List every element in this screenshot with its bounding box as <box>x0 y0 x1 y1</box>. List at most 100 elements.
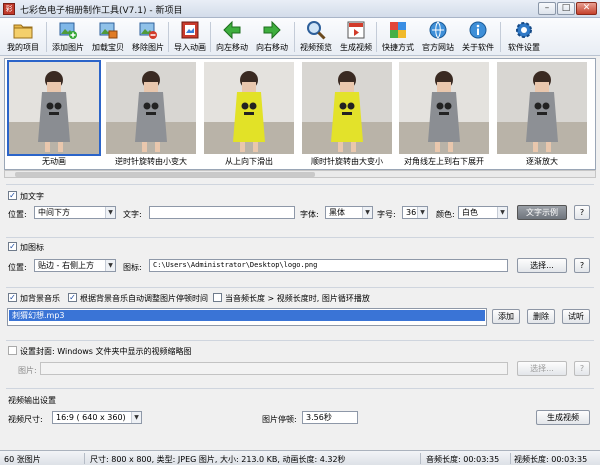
icon-browse-button[interactable]: 选择... <box>517 258 567 273</box>
add-icon-label: 加图标 <box>20 243 44 252</box>
font-size-label: 字号: <box>377 210 396 219</box>
remove-image-icon <box>139 22 157 39</box>
toolbar-separator <box>46 22 47 52</box>
icon-path-label: 图标: <box>123 263 142 272</box>
text-position-select[interactable]: 中间下方 ▼ <box>34 206 116 219</box>
about-button[interactable]: 关于软件 <box>458 19 498 55</box>
thumbnail-item[interactable]: 逆时针旋转由小变大 <box>106 62 196 166</box>
official-website-button[interactable]: 官方网站 <box>418 19 458 55</box>
thumbnail-photo[interactable] <box>399 62 489 154</box>
audio-length: 音频长度: 00:03:35 <box>426 455 500 464</box>
auto-adjust-checkbox[interactable]: ✓ <box>68 293 77 302</box>
add-text-checkbox[interactable]: ✓ <box>8 191 17 200</box>
move-left-button[interactable]: 向左移动 <box>212 19 252 55</box>
text-sample-button[interactable]: 文字示例 <box>517 205 567 220</box>
delete-music-button[interactable]: 删除 <box>527 309 555 324</box>
add-image-icon <box>59 22 77 39</box>
status-separator <box>84 453 85 464</box>
thumbnail-caption: 对角线左上到右下展开 <box>404 157 484 166</box>
listen-music-button[interactable]: 试听 <box>562 309 590 324</box>
font-size-select[interactable]: 36 ▼ <box>402 206 428 219</box>
thumbnail-item[interactable]: 对角线左上到右下展开 <box>399 62 489 166</box>
thumbnail-photo[interactable] <box>302 62 392 154</box>
window-title: 七彩色电子相册制作工具(V7.1) - 新项目 <box>20 6 183 16</box>
loop-images-label: 当音频长度 > 视频长度时, 图片循环播放 <box>225 294 370 303</box>
add-image-button[interactable]: 添加图片 <box>48 19 88 55</box>
thumbnail-photo[interactable] <box>7 60 101 156</box>
thumbnail-item[interactable]: 无动画 <box>7 60 101 166</box>
icon-path-input[interactable]: C:\Users\Administrator\Desktop\logo.png <box>149 259 508 272</box>
cover-browse-button[interactable]: 选择... <box>517 361 567 376</box>
set-cover-label: 设置封面: Windows 文件夹中显示的视频缩略图 <box>20 347 192 356</box>
settings-button[interactable]: 软件设置 <box>502 19 546 55</box>
loop-images-checkbox[interactable] <box>213 293 222 302</box>
toolbar-separator <box>294 22 295 52</box>
image-thumbnail-strip[interactable]: 无动画 逆时针旋转由小变大 从上向下滑出 顺时针旋转由大变小 对角线左上到右下展开 逐渐放… <box>4 58 596 170</box>
font-color-select[interactable]: 白色 ▼ <box>458 206 508 219</box>
thumbnail-photo[interactable] <box>106 62 196 154</box>
model-photo-icon <box>106 62 196 154</box>
add-icon-checkbox[interactable]: ✓ <box>8 242 17 251</box>
globe-icon <box>429 21 447 39</box>
thumbnail-caption: 从上向下滑出 <box>225 157 273 166</box>
model-photo-icon <box>399 62 489 154</box>
model-photo-icon <box>204 62 294 154</box>
generate-video-button[interactable]: 生成视频 <box>536 410 590 425</box>
gear-icon <box>516 22 532 38</box>
thumbnail-photo[interactable] <box>497 62 587 154</box>
shortcut-button[interactable]: 快捷方式 <box>378 19 418 55</box>
icon-position-select[interactable]: 贴边 - 右侧上方 ▼ <box>34 259 116 272</box>
toolbar-separator <box>168 22 169 52</box>
add-music-label: 加背景音乐 <box>20 294 60 303</box>
image-info: 尺寸: 800 x 800, 类型: JPEG 图片, 大小: 213.0 KB… <box>90 455 346 464</box>
music-file-item[interactable]: 刺猬幻想.mp3 <box>9 310 485 321</box>
remove-image-button[interactable]: 移除图片 <box>128 19 168 55</box>
arrow-left-icon <box>223 20 241 40</box>
model-photo-icon <box>9 62 99 154</box>
arrow-right-icon <box>263 20 281 40</box>
music-file-list[interactable]: 刺猬幻想.mp3 <box>7 308 487 326</box>
chevron-down-icon: ▼ <box>105 260 115 271</box>
thumbnail-item[interactable]: 顺时针旋转由大变小 <box>302 62 392 166</box>
video-size-select[interactable]: 16:9 ( 640 x 360) ▼ <box>52 411 142 424</box>
info-icon <box>469 21 487 39</box>
load-item-button[interactable]: 加载宝贝 <box>88 19 128 55</box>
chevron-down-icon: ▼ <box>417 207 427 218</box>
thumbnail-photo[interactable] <box>204 62 294 154</box>
toolbar-separator <box>500 22 501 52</box>
close-button[interactable]: ✕ <box>576 2 597 15</box>
video-size-label: 视频尺寸: <box>8 415 43 424</box>
my-projects-button[interactable]: 我的项目 <box>2 19 44 55</box>
scrollbar-thumb[interactable] <box>15 172 315 177</box>
status-bar: 60 张图片 尺寸: 800 x 800, 类型: JPEG 图片, 大小: 2… <box>0 450 600 465</box>
import-animation-icon <box>181 21 199 39</box>
import-animation-button[interactable]: 导入动画 <box>170 19 210 55</box>
font-label: 字体: <box>300 210 319 219</box>
video-length: 视频长度: 00:03:35 <box>514 455 588 464</box>
thumbnail-caption: 无动画 <box>42 157 66 166</box>
font-select[interactable]: 黑体 ▼ <box>325 206 373 219</box>
add-music-button[interactable]: 添加 <box>492 309 520 324</box>
maximize-button[interactable]: □ <box>557 2 575 15</box>
minimize-button[interactable]: – <box>538 2 556 15</box>
thumbnail-item[interactable]: 逐渐放大 <box>497 62 587 166</box>
cover-help-button[interactable]: ? <box>574 361 590 376</box>
video-preview-button[interactable]: 视频预览 <box>296 19 336 55</box>
icon-help-button[interactable]: ? <box>574 258 590 273</box>
model-photo-icon <box>497 62 587 154</box>
app-icon: 彩 <box>3 3 15 15</box>
text-content-input[interactable] <box>149 206 295 219</box>
image-pause-input[interactable]: 3.56秒 <box>302 411 358 424</box>
thumbnail-item[interactable]: 从上向下滑出 <box>204 62 294 166</box>
generate-video-toolbar-button[interactable]: 生成视频 <box>336 19 376 55</box>
text-help-button[interactable]: ? <box>574 205 590 220</box>
thumbnail-scrollbar[interactable] <box>4 170 596 178</box>
cover-image-input[interactable] <box>40 362 508 375</box>
add-music-checkbox[interactable]: ✓ <box>8 293 17 302</box>
text-content-label: 文字: <box>123 210 142 219</box>
set-cover-checkbox[interactable] <box>8 346 17 355</box>
status-separator <box>420 453 421 464</box>
move-right-button[interactable]: 向右移动 <box>252 19 292 55</box>
toolbar-separator <box>376 22 377 52</box>
add-text-label: 加文字 <box>20 192 44 201</box>
